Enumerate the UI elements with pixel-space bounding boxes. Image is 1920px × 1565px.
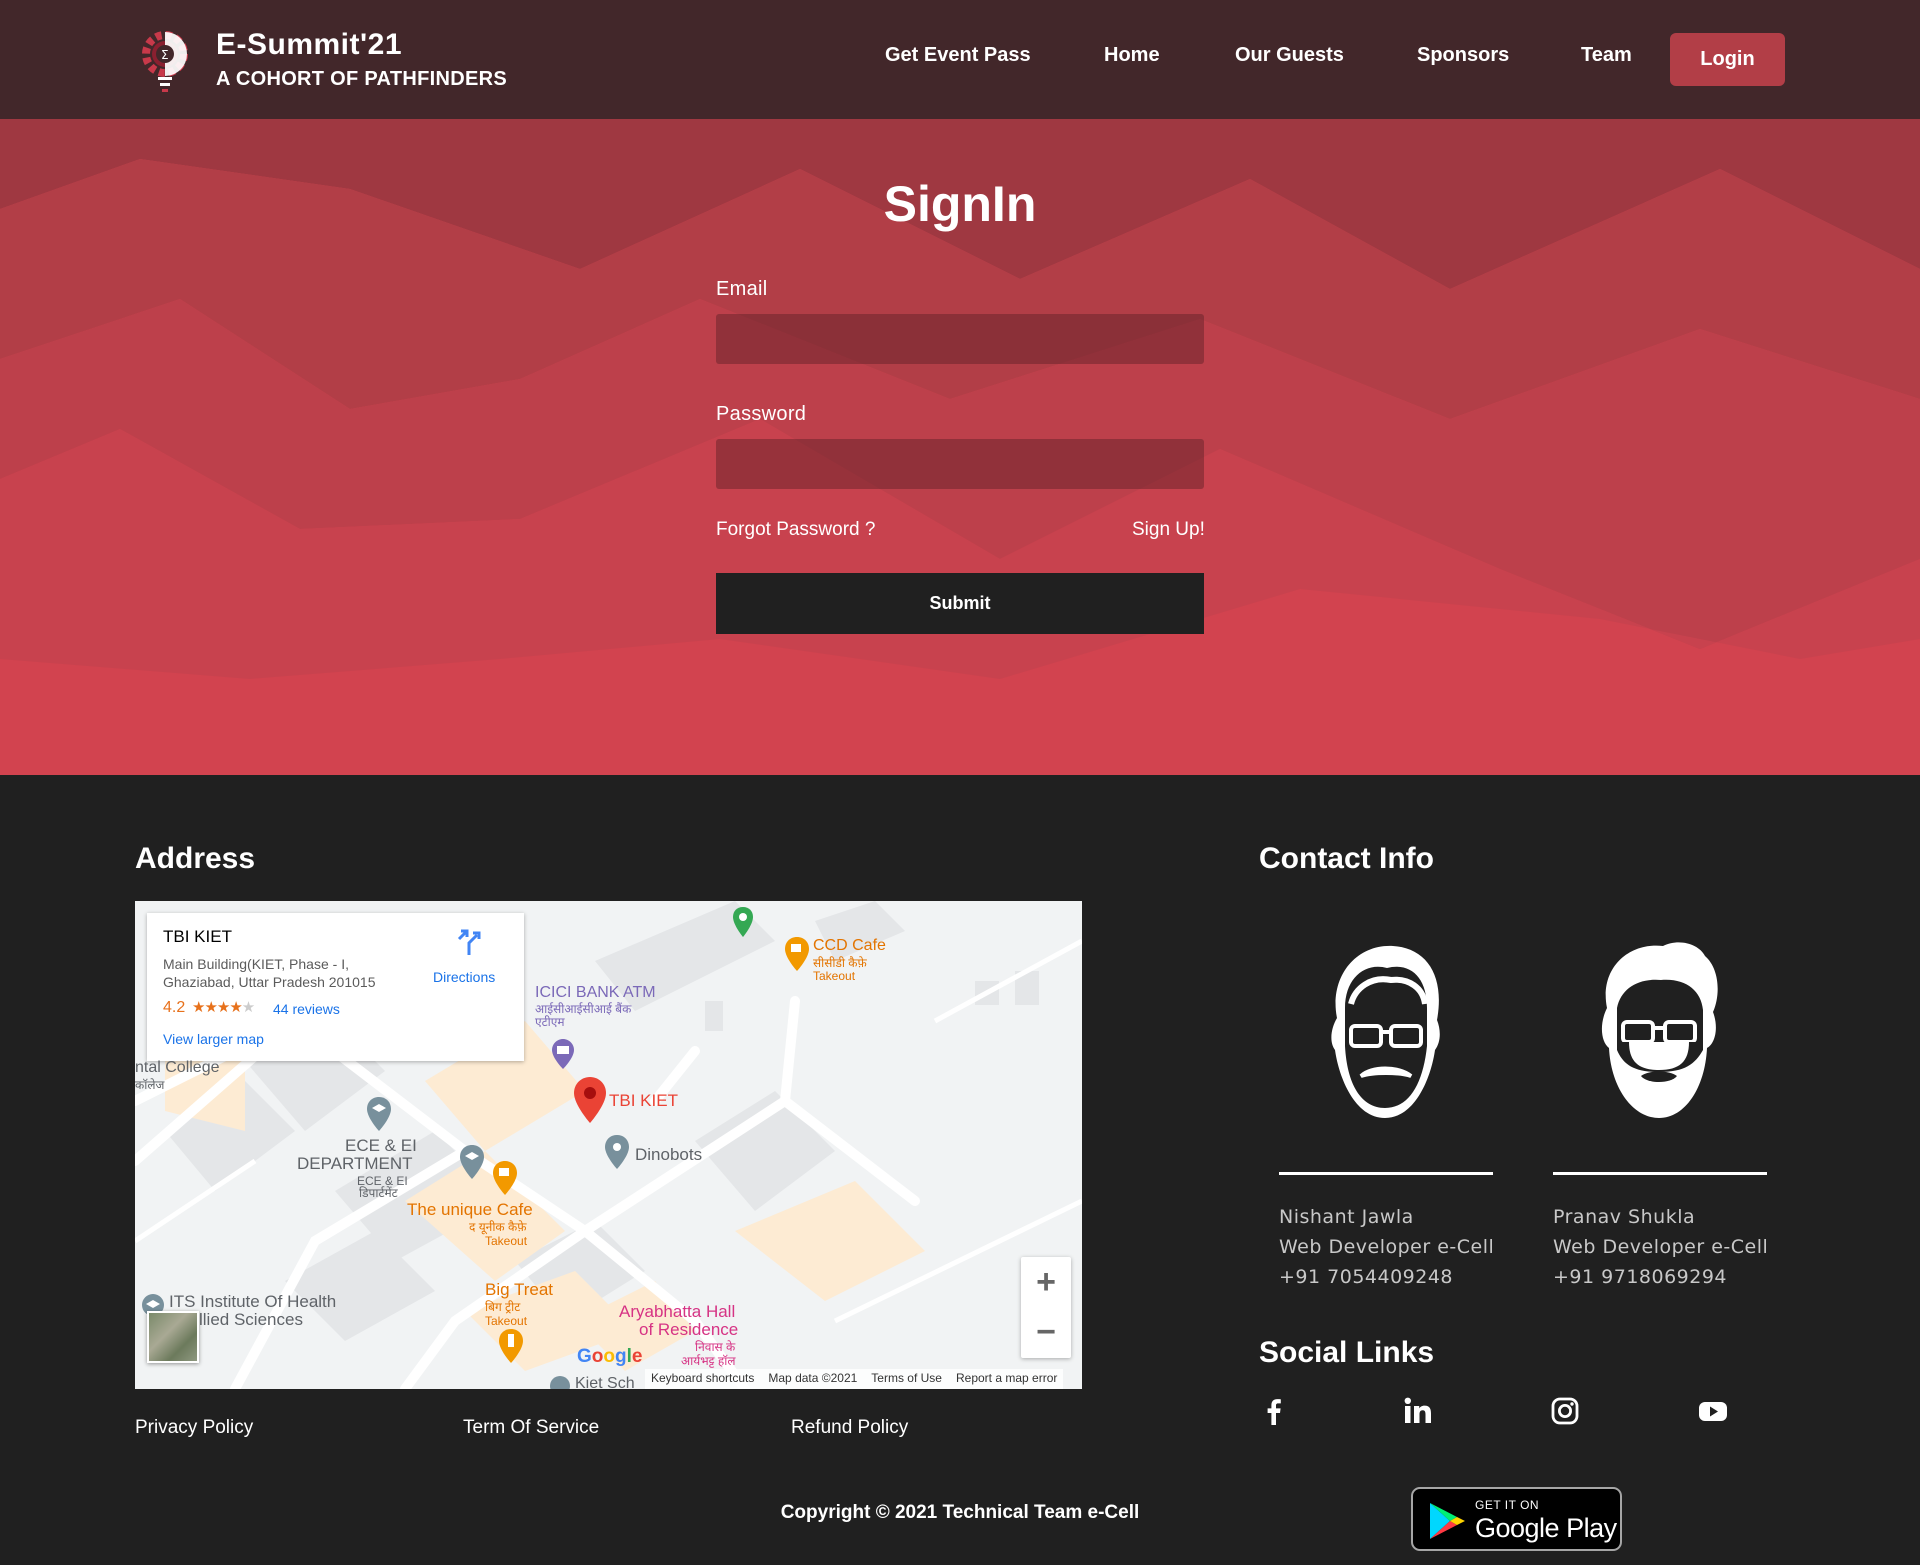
kiet-school-pin-icon[interactable] xyxy=(549,1375,571,1389)
map-label-unique-cafe[interactable]: The unique Cafe xyxy=(407,1201,533,1218)
unique-cafe-pin-icon[interactable] xyxy=(493,1161,517,1195)
big-treat-pin-icon[interactable] xyxy=(499,1329,523,1363)
brand-subtitle: A COHORT OF PATHFINDERS xyxy=(216,68,507,90)
contact-phone-2[interactable]: +91 9718069294 xyxy=(1553,1266,1727,1288)
map-label-dental[interactable]: ntal College xyxy=(135,1059,220,1076)
contact-phone-1[interactable]: +91 7054409248 xyxy=(1279,1266,1453,1288)
google-play-badge[interactable]: GET IT ON Google Play xyxy=(1411,1487,1622,1551)
avatar-nishant xyxy=(1331,945,1440,1118)
social-links-title: Social Links xyxy=(1259,1336,1435,1369)
directions-icon[interactable] xyxy=(455,927,485,957)
map-place-card: TBI KIET Main Building(KIET, Phase - I, … xyxy=(147,913,524,1061)
copyright-text: Copyright © 2021 Technical Team e-Cell xyxy=(780,1502,1140,1523)
login-button[interactable]: Login xyxy=(1670,33,1785,86)
svg-text:Σ: Σ xyxy=(161,48,169,62)
nav-home[interactable]: Home xyxy=(1104,44,1160,67)
ccd-pin-icon[interactable] xyxy=(785,937,809,971)
zoom-in-button[interactable]: + xyxy=(1021,1257,1071,1307)
contact-divider-2 xyxy=(1553,1172,1767,1175)
map-label-aryabhatta-hi-2: आर्यभट्ट हॉल xyxy=(681,1354,736,1368)
report-map-error-link[interactable]: Report a map error xyxy=(956,1371,1057,1387)
map-label-icici[interactable]: ICICI BANK ATM xyxy=(535,984,656,1001)
avatar-pranav xyxy=(1601,942,1718,1118)
contact-name-2: Pranav Shukla xyxy=(1553,1206,1696,1228)
map-label-dept-hi: डिपार्टमेंट xyxy=(359,1186,398,1200)
map-zoom-control: + − xyxy=(1021,1257,1071,1358)
signin-section: SignIn Email Password Forgot Password ? … xyxy=(0,119,1920,775)
nav-team[interactable]: Team xyxy=(1581,44,1632,67)
map-footer-bar: Keyboard shortcuts Map data ©2021 Terms … xyxy=(645,1369,1064,1389)
keyboard-shortcuts-link[interactable]: Keyboard shortcuts xyxy=(651,1371,754,1387)
map-label-ccd[interactable]: CCD Cafe xyxy=(813,937,886,954)
map-label-its[interactable]: ITS Institute Of Health xyxy=(169,1293,336,1310)
password-field[interactable] xyxy=(716,439,1204,489)
google-play-big-text: Google Play xyxy=(1475,1513,1617,1543)
google-play-small-text: GET IT ON xyxy=(1475,1498,1540,1512)
email-label: Email xyxy=(716,278,768,300)
address-title: Address xyxy=(135,842,256,875)
satellite-toggle[interactable] xyxy=(147,1311,199,1363)
contact-divider-1 xyxy=(1279,1172,1493,1175)
map-place-name: TBI KIET xyxy=(163,927,232,946)
nav-sponsors[interactable]: Sponsors xyxy=(1417,44,1509,67)
map-label-unique-takeout: Takeout xyxy=(485,1234,528,1248)
park-pin-icon[interactable] xyxy=(731,901,755,937)
map-label-kiet-school: Kiet Sch xyxy=(575,1375,635,1389)
linkedin-icon[interactable] xyxy=(1402,1395,1434,1427)
map-label-tbi[interactable]: TBI KIET xyxy=(609,1092,678,1109)
zoom-out-button[interactable]: − xyxy=(1021,1307,1071,1357)
email-field[interactable] xyxy=(716,314,1204,364)
map-label-dinobots[interactable]: Dinobots xyxy=(635,1146,702,1163)
view-larger-map-link[interactable]: View larger map xyxy=(163,1031,264,1047)
star-rating-icon: ★★★★★ xyxy=(192,999,255,1016)
map-reviews-link[interactable]: 44 reviews xyxy=(273,1001,340,1017)
map-place-address: Main Building(KIET, Phase - I, Ghaziabad… xyxy=(163,956,376,990)
google-map[interactable]: TBI KIET Main Building(KIET, Phase - I, … xyxy=(135,901,1082,1389)
submit-button[interactable]: Submit xyxy=(716,573,1204,634)
map-data-text: Map data ©2021 xyxy=(768,1371,858,1385)
map-label-dental-hi: कॉलेज xyxy=(135,1078,165,1092)
signup-link[interactable]: Sign Up! xyxy=(1132,519,1205,541)
map-label-icici-hi: आईसीआईसीआई बैंक एटीएम xyxy=(535,1002,632,1029)
map-label-department: DEPARTMENT xyxy=(297,1154,413,1173)
directions-link[interactable]: Directions xyxy=(433,969,495,985)
top-navbar: Σ E-Summit'21 A COHORT OF PATHFINDERS Ge… xyxy=(0,0,1920,119)
refund-policy-link[interactable]: Refund Policy xyxy=(791,1417,908,1439)
map-label-ccd-takeout: Takeout xyxy=(813,969,856,983)
privacy-policy-link[interactable]: Privacy Policy xyxy=(135,1417,253,1439)
signin-title: SignIn xyxy=(883,176,1037,232)
contact-role-2: Web Developer e-Cell xyxy=(1553,1236,1769,1258)
term-of-service-link[interactable]: Term Of Service xyxy=(463,1417,599,1439)
map-label-big-treat-takeout: Takeout xyxy=(485,1314,528,1328)
dinobots-pin-icon[interactable] xyxy=(605,1135,629,1169)
contact-info-title: Contact Info xyxy=(1259,842,1434,875)
tbi-kiet-marker-icon[interactable] xyxy=(574,1077,606,1123)
contact-role-1: Web Developer e-Cell xyxy=(1279,1236,1495,1258)
contact-name-1: Nishant Jawla xyxy=(1279,1206,1414,1228)
brand-title[interactable]: E-Summit'21 xyxy=(216,28,402,62)
nav-our-guests[interactable]: Our Guests xyxy=(1235,44,1344,67)
google-logo: Google xyxy=(577,1346,643,1367)
map-label-its-2: llied Sciences xyxy=(199,1310,303,1329)
facebook-icon[interactable] xyxy=(1258,1395,1290,1427)
forgot-password-link[interactable]: Forgot Password ? xyxy=(716,519,875,541)
school-pin-icon[interactable] xyxy=(460,1145,484,1179)
map-rating: 4.2 xyxy=(163,999,186,1016)
password-label: Password xyxy=(716,403,807,425)
nav-get-event-pass[interactable]: Get Event Pass xyxy=(885,44,1031,67)
map-label-aryabhatta[interactable]: Aryabhatta Hall xyxy=(619,1303,735,1320)
map-label-aryabhatta-2: of Residence xyxy=(639,1320,739,1339)
instagram-icon[interactable] xyxy=(1549,1395,1581,1427)
e-summit-logo[interactable]: Σ xyxy=(140,26,190,92)
atm-pin-icon[interactable] xyxy=(552,1039,574,1069)
map-label-big-treat[interactable]: Big Treat xyxy=(485,1281,553,1298)
terms-of-use-link[interactable]: Terms of Use xyxy=(871,1371,942,1387)
youtube-icon[interactable] xyxy=(1697,1395,1729,1427)
map-label-ece[interactable]: ECE & EI xyxy=(345,1137,417,1154)
google-play-icon xyxy=(1430,1503,1465,1539)
ece-school-pin-icon[interactable] xyxy=(367,1097,391,1131)
